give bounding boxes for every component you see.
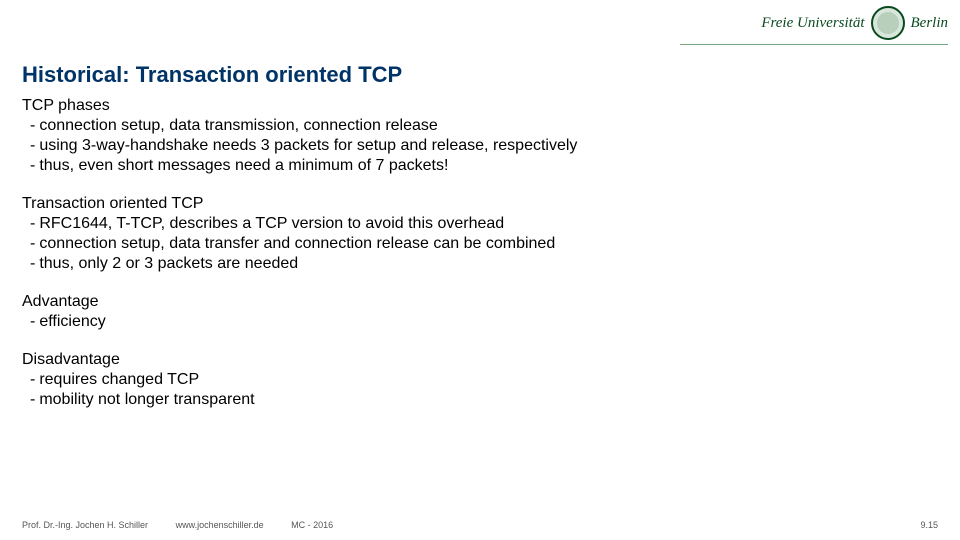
university-name-right: Berlin <box>911 15 949 32</box>
bullet-item: -thus, only 2 or 3 packets are needed <box>22 254 930 274</box>
footer-author: Prof. Dr.-Ing. Jochen H. Schiller <box>22 520 148 530</box>
bullet-text: connection setup, data transfer and conn… <box>39 234 555 254</box>
bullet-text: thus, only 2 or 3 packets are needed <box>39 254 298 274</box>
page-number: 9.15 <box>920 520 938 530</box>
university-logo: Freie Universität Berlin <box>761 6 948 40</box>
header: Freie Universität Berlin <box>0 0 960 46</box>
bullet-item: -mobility not longer transparent <box>22 390 930 410</box>
university-name-left: Freie Universität <box>761 16 864 31</box>
bullet-text: mobility not longer transparent <box>39 390 254 410</box>
section-advantage: Advantage -efficiency <box>22 292 930 332</box>
header-divider <box>680 44 948 45</box>
footer: Prof. Dr.-Ing. Jochen H. Schiller www.jo… <box>22 520 938 530</box>
section-heading: Advantage <box>22 292 930 312</box>
section-heading: Disadvantage <box>22 350 930 370</box>
bullet-item: -thus, even short messages need a minimu… <box>22 156 930 176</box>
bullet-item: -requires changed TCP <box>22 370 930 390</box>
university-seal-icon <box>871 6 905 40</box>
bullet-item: -RFC1644, T-TCP, describes a TCP version… <box>22 214 930 234</box>
bullet-text: requires changed TCP <box>39 370 199 390</box>
bullet-item: -connection setup, data transfer and con… <box>22 234 930 254</box>
slide: Freie Universität Berlin Historical: Tra… <box>0 0 960 540</box>
bullet-item: -efficiency <box>22 312 930 332</box>
bullet-text: RFC1644, T-TCP, describes a TCP version … <box>39 214 504 234</box>
bullet-text: efficiency <box>39 312 105 332</box>
bullet-text: connection setup, data transmission, con… <box>39 116 437 136</box>
section-tcp-phases: TCP phases -connection setup, data trans… <box>22 96 930 176</box>
slide-title: Historical: Transaction oriented TCP <box>22 62 402 88</box>
bullet-text: using 3-way-handshake needs 3 packets fo… <box>39 136 577 156</box>
section-heading: TCP phases <box>22 96 930 116</box>
section-disadvantage: Disadvantage -requires changed TCP -mobi… <box>22 350 930 410</box>
slide-content: TCP phases -connection setup, data trans… <box>22 96 930 428</box>
section-heading: Transaction oriented TCP <box>22 194 930 214</box>
footer-url: www.jochenschiller.de <box>176 520 264 530</box>
section-ttcp: Transaction oriented TCP -RFC1644, T-TCP… <box>22 194 930 274</box>
bullet-text: thus, even short messages need a minimum… <box>39 156 448 176</box>
bullet-item: -using 3-way-handshake needs 3 packets f… <box>22 136 930 156</box>
bullet-item: -connection setup, data transmission, co… <box>22 116 930 136</box>
footer-course: MC - 2016 <box>291 520 333 530</box>
